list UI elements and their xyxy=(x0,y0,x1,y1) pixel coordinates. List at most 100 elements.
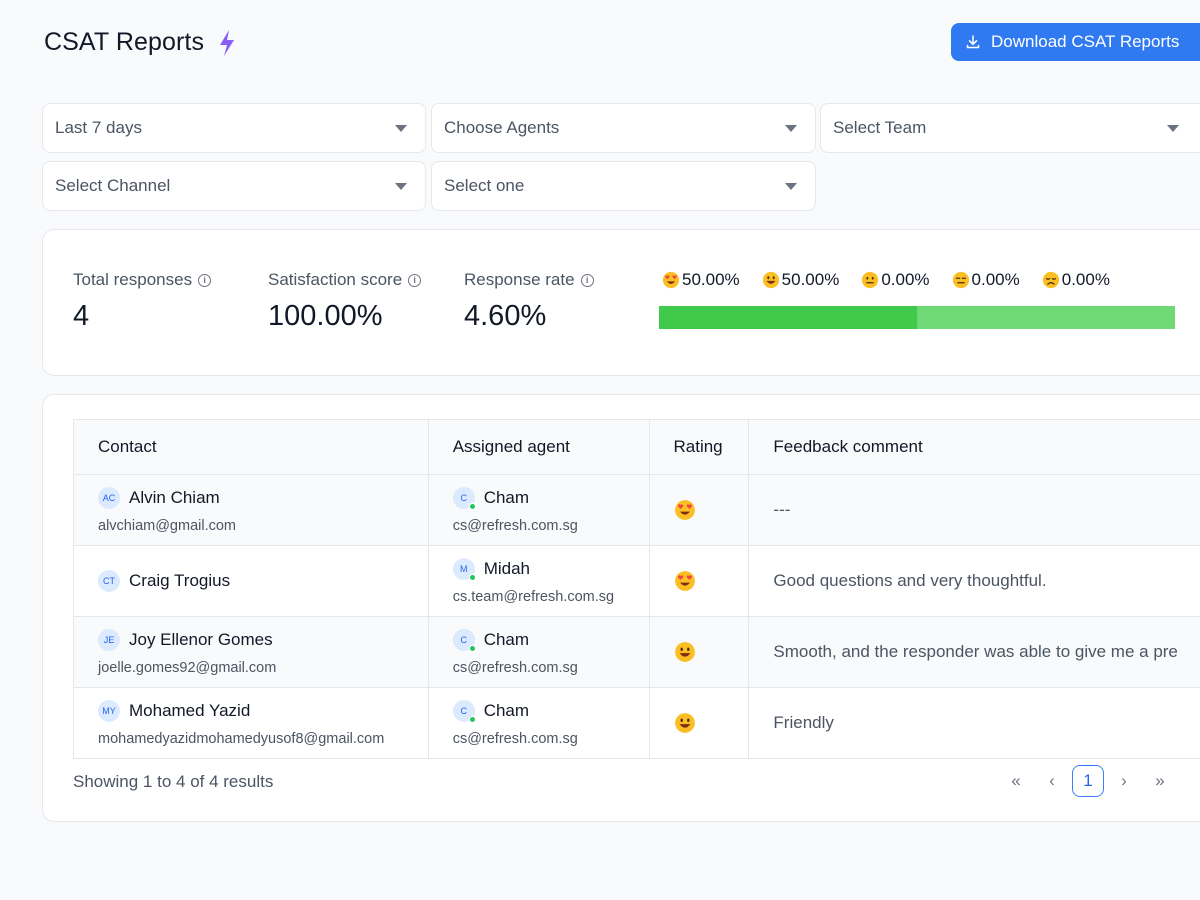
rating-distribution-bar xyxy=(659,306,1175,329)
online-status-icon xyxy=(468,644,476,652)
table-header-row: Contact Assigned agent Rating Feedback c… xyxy=(74,420,1200,475)
page-number-button[interactable]: 1 xyxy=(1072,765,1104,797)
heart-eyes-emoji-icon xyxy=(674,500,695,520)
page-title: CSAT Reports xyxy=(44,28,205,56)
channel-placeholder: Select Channel xyxy=(55,176,171,195)
feedback-comment: Friendly xyxy=(773,713,834,732)
channel-select[interactable]: Select Channel xyxy=(42,161,426,211)
secondary-select[interactable]: Select one xyxy=(431,161,816,211)
contact-cell: MY Mohamed Yazid mohamedyazidmohamedyusof8… xyxy=(74,688,429,758)
chevron-down-icon xyxy=(785,183,797,190)
previous-page-button[interactable]: ‹ xyxy=(1034,765,1070,797)
rating-cell xyxy=(650,475,750,545)
page-header: CSAT Reports Download CSAT Reports xyxy=(44,23,1200,62)
responses-table-card: Contact Assigned agent Rating Feedback c… xyxy=(42,394,1200,822)
feedback-cell: Smooth, and the responder was able to gi… xyxy=(749,617,1200,687)
distribution-segment xyxy=(917,306,1175,329)
rating-cell xyxy=(650,688,750,758)
online-status-icon xyxy=(468,502,476,510)
contact-email: joelle.gomes92@gmail.com xyxy=(98,659,277,676)
agent-name: Cham xyxy=(483,629,530,649)
feedback-comment: Smooth, and the responder was able to gi… xyxy=(773,642,1178,661)
total-responses-stat: Total responses i 4 xyxy=(73,270,212,333)
feedback-cell: Friendly xyxy=(749,688,1200,758)
total-responses-label: Total responses xyxy=(73,270,193,289)
summary-card: Total responses i 4 Satisfaction score i… xyxy=(42,229,1200,376)
download-icon xyxy=(966,35,980,49)
agent-cell: C Cham cs@refresh.com.sg xyxy=(429,617,650,687)
response-rate-stat: Response rate i 4.60% xyxy=(464,270,594,333)
agent-name: Cham xyxy=(483,700,530,720)
online-status-icon xyxy=(468,715,476,723)
agent-email: cs.team@refresh.com.sg xyxy=(452,588,615,605)
contact-name[interactable]: Craig Trogius xyxy=(129,571,230,591)
table-row[interactable]: MY Mohamed Yazid mohamedyazidmohamedyusof8… xyxy=(74,688,1200,759)
grinning-emoji-icon xyxy=(674,642,695,662)
next-page-button[interactable]: › xyxy=(1106,765,1142,797)
agent-avatar: M xyxy=(452,557,476,581)
pagination: « ‹ 1 › » xyxy=(998,765,1178,797)
info-icon[interactable]: i xyxy=(198,273,212,287)
satisfaction-score-label: Satisfaction score xyxy=(268,270,403,289)
chevron-down-icon xyxy=(1167,125,1179,132)
grinning-emoji-icon xyxy=(674,713,695,733)
team-select[interactable]: Select Team xyxy=(820,103,1200,153)
feedback-cell: Good questions and very thoughtful. xyxy=(749,546,1200,616)
distribution-item: 50.00% xyxy=(662,270,740,290)
satisfaction-score-stat: Satisfaction score i 100.00% xyxy=(268,270,422,333)
distribution-item: 0.00% xyxy=(952,270,1020,290)
lightning-bolt-icon xyxy=(220,30,234,56)
table-row[interactable]: JE Joy Ellenor Gomes joelle.gomes92@gmail.… xyxy=(74,617,1200,688)
response-rate-value: 4.60% xyxy=(464,300,547,332)
last-page-button[interactable]: » xyxy=(1142,765,1178,797)
distribution-item: 50.00% xyxy=(762,270,839,290)
info-icon[interactable]: i xyxy=(580,273,594,287)
disappointed-emoji-icon xyxy=(1042,271,1059,289)
feedback-comment: --- xyxy=(773,500,791,519)
first-page-button[interactable]: « xyxy=(998,765,1034,797)
chevron-down-icon xyxy=(785,125,797,132)
info-icon[interactable]: i xyxy=(408,273,422,287)
contact-avatar: CT xyxy=(98,570,120,592)
agent-name: Cham xyxy=(483,487,530,507)
contact-avatar: AC xyxy=(98,486,120,509)
satisfaction-score-value: 100.00% xyxy=(268,300,383,332)
agent-email: cs@refresh.com.sg xyxy=(452,659,578,676)
rating-cell xyxy=(650,546,750,616)
contact-cell: JE Joy Ellenor Gomes joelle.gomes92@gmail.… xyxy=(74,617,429,687)
distribution-item: 0.00% xyxy=(1042,270,1110,290)
responses-table: Contact Assigned agent Rating Feedback c… xyxy=(73,419,1200,759)
agent-cell: C Cham cs@refresh.com.sg xyxy=(429,475,650,545)
table-row[interactable]: AC Alvin Chiam alvchiam@gmail.com C Cham cs@r… xyxy=(74,475,1200,546)
total-responses-value: 4 xyxy=(73,300,90,332)
agent-email: cs@refresh.com.sg xyxy=(452,730,578,747)
contact-avatar: JE xyxy=(98,628,120,651)
neutral-emoji-icon xyxy=(862,271,879,289)
rating-cell xyxy=(650,617,750,687)
expressionless-emoji-icon xyxy=(952,271,969,289)
table-row[interactable]: CT Craig Trogius M Midah cs.team@refresh.com… xyxy=(74,546,1200,617)
contact-name[interactable]: Joy Ellenor Gomes xyxy=(129,630,273,650)
agent-email: cs@refresh.com.sg xyxy=(452,517,578,534)
grinning-emoji-icon xyxy=(762,271,779,289)
feedback-cell: --- xyxy=(749,475,1200,545)
date-range-select[interactable]: Last 7 days xyxy=(42,103,426,153)
agents-select[interactable]: Choose Agents xyxy=(431,103,816,153)
contact-cell: AC Alvin Chiam alvchiam@gmail.com xyxy=(74,475,429,545)
contact-name[interactable]: Alvin Chiam xyxy=(129,488,220,508)
distribution-item: 0.00% xyxy=(861,270,930,290)
agent-cell: M Midah cs.team@refresh.com.sg xyxy=(429,546,650,616)
results-summary: Showing 1 to 4 of 4 results xyxy=(73,772,274,791)
contact-cell: CT Craig Trogius xyxy=(74,546,429,616)
contact-email: alvchiam@gmail.com xyxy=(98,517,237,534)
agent-avatar: C xyxy=(452,699,476,723)
agent-name: Midah xyxy=(483,558,530,578)
column-header-feedback[interactable]: Feedback comment xyxy=(773,437,1200,457)
column-header-agent[interactable]: Assigned agent xyxy=(453,437,649,457)
column-header-rating[interactable]: Rating xyxy=(674,437,749,457)
agent-cell: C Cham cs@refresh.com.sg xyxy=(429,688,650,758)
column-header-contact[interactable]: Contact xyxy=(98,437,428,457)
rating-distribution-legend: 50.00% 50.00% 0.00% 0.00% 0.00% xyxy=(662,270,1132,290)
contact-name[interactable]: Mohamed Yazid xyxy=(129,701,250,721)
download-csat-reports-button[interactable]: Download CSAT Reports xyxy=(951,23,1200,61)
